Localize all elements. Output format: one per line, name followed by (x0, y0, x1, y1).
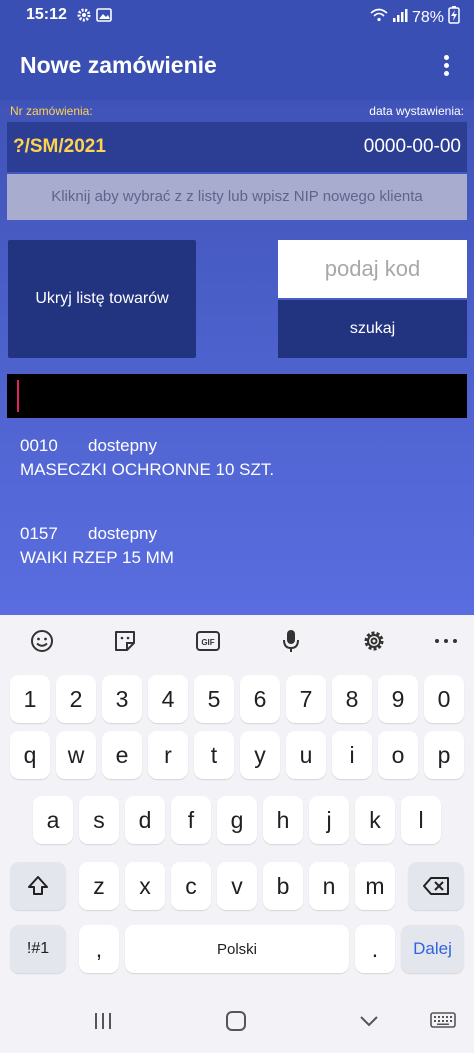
key-9[interactable]: 9 (378, 675, 418, 723)
key-6[interactable]: 6 (240, 675, 280, 723)
product-name: WAIKI RZEP 15 MM (20, 548, 174, 567)
key-4[interactable]: 4 (148, 675, 188, 723)
order-info-bar: ?/SM/2021 0000-00-00 (7, 122, 467, 172)
key-h[interactable]: h (263, 796, 303, 844)
search-button[interactable]: szukaj (278, 300, 467, 358)
key-3[interactable]: 3 (102, 675, 142, 723)
key-w[interactable]: w (56, 731, 96, 779)
shift-arrow-icon (28, 876, 48, 895)
key-2[interactable]: 2 (56, 675, 96, 723)
key-o[interactable]: o (378, 731, 418, 779)
comma-key[interactable]: , (79, 925, 119, 973)
key-v[interactable]: v (217, 862, 257, 910)
more-options-icon[interactable] (432, 627, 460, 655)
hide-product-list-button[interactable]: Ukryj listę towarów (8, 240, 196, 358)
key-g[interactable]: g (217, 796, 257, 844)
text-cursor (17, 380, 19, 412)
keyboard-switch-icon[interactable] (430, 1010, 456, 1037)
key-a[interactable]: a (33, 796, 73, 844)
key-z[interactable]: z (79, 862, 119, 910)
key-p[interactable]: p (424, 731, 464, 779)
battery-charging-icon (448, 6, 460, 29)
key-q[interactable]: q (10, 731, 50, 779)
product-status: dostepny (88, 524, 157, 543)
key-c[interactable]: c (171, 862, 211, 910)
navigation-bar (0, 990, 474, 1053)
key-u[interactable]: u (286, 731, 326, 779)
gallery-image-icon (96, 7, 112, 28)
product-status: dostepny (88, 436, 157, 455)
product-code: 0010 (20, 436, 58, 455)
key-x[interactable]: x (125, 862, 165, 910)
key-s[interactable]: s (79, 796, 119, 844)
app-bar: Nowe zamówienie (0, 30, 474, 100)
key-l[interactable]: l (401, 796, 441, 844)
enter-next-key[interactable]: Dalej (401, 925, 464, 973)
key-5[interactable]: 5 (194, 675, 234, 723)
keyboard-settings-gear-icon[interactable] (360, 627, 388, 655)
key-f[interactable]: f (171, 796, 211, 844)
signal-icon (392, 8, 408, 27)
gif-icon[interactable]: GIF (194, 627, 222, 655)
key-j[interactable]: j (309, 796, 349, 844)
soft-keyboard: 1 2 3 4 5 6 7 8 9 0 q w e r t y u i o p … (0, 667, 474, 985)
issue-date[interactable]: 0000-00-00 (364, 136, 461, 158)
shift-key[interactable] (10, 862, 66, 910)
code-input[interactable]: podaj kod (278, 240, 467, 298)
key-7[interactable]: 7 (286, 675, 326, 723)
product-name: MASECZKI OCHRONNE 10 SZT. (20, 460, 275, 479)
symbols-key[interactable]: !#1 (10, 925, 66, 973)
backspace-icon (423, 877, 449, 895)
status-time: 15:12 (26, 6, 67, 23)
key-d[interactable]: d (125, 796, 165, 844)
home-icon[interactable] (225, 1010, 247, 1037)
sticker-icon[interactable] (111, 627, 139, 655)
key-k[interactable]: k (355, 796, 395, 844)
emoji-icon[interactable] (28, 627, 56, 655)
page-title: Nowe zamówienie (20, 52, 217, 78)
space-key[interactable]: Polski (125, 925, 349, 973)
battery-percent: 78% (411, 8, 444, 26)
key-t[interactable]: t (194, 731, 234, 779)
filter-input[interactable] (7, 374, 467, 418)
hide-keyboard-chevron-icon[interactable] (358, 1010, 380, 1037)
product-code: 0157 (20, 524, 58, 543)
key-y[interactable]: y (240, 731, 280, 779)
key-1[interactable]: 1 (10, 675, 50, 723)
key-m[interactable]: m (355, 862, 395, 910)
key-0[interactable]: 0 (424, 675, 464, 723)
list-item[interactable]: 0010 dostepny MASECZKI OCHRONNE 10 SZT. (20, 436, 274, 524)
settings-gear-icon (76, 7, 92, 28)
key-r[interactable]: r (148, 731, 188, 779)
wifi-icon (370, 8, 388, 27)
gif-icon-label: GIF (201, 638, 214, 647)
client-select-field[interactable]: Kliknij aby wybrać z z listy lub wpisz N… (7, 174, 467, 220)
microphone-icon[interactable] (277, 627, 305, 655)
key-b[interactable]: b (263, 862, 303, 910)
backspace-key[interactable] (408, 862, 464, 910)
order-form: Nr zamówienia: data wystawienia: ?/SM/20… (0, 100, 474, 631)
key-e[interactable]: e (102, 731, 142, 779)
status-bar: 15:12 78% (0, 0, 474, 30)
order-number: ?/SM/2021 (13, 136, 106, 157)
keyboard-toolbar: GIF (0, 615, 474, 667)
list-item[interactable]: 0157 dostepny WAIKI RZEP 15 MM (20, 524, 274, 612)
key-i[interactable]: i (332, 731, 372, 779)
period-key[interactable]: . (355, 925, 395, 973)
key-8[interactable]: 8 (332, 675, 372, 723)
recent-apps-icon[interactable] (92, 1010, 114, 1037)
key-n[interactable]: n (309, 862, 349, 910)
overflow-menu-icon[interactable] (436, 52, 456, 80)
issue-date-label: data wystawienia: (369, 104, 464, 118)
order-number-label: Nr zamówienia: (10, 104, 93, 118)
